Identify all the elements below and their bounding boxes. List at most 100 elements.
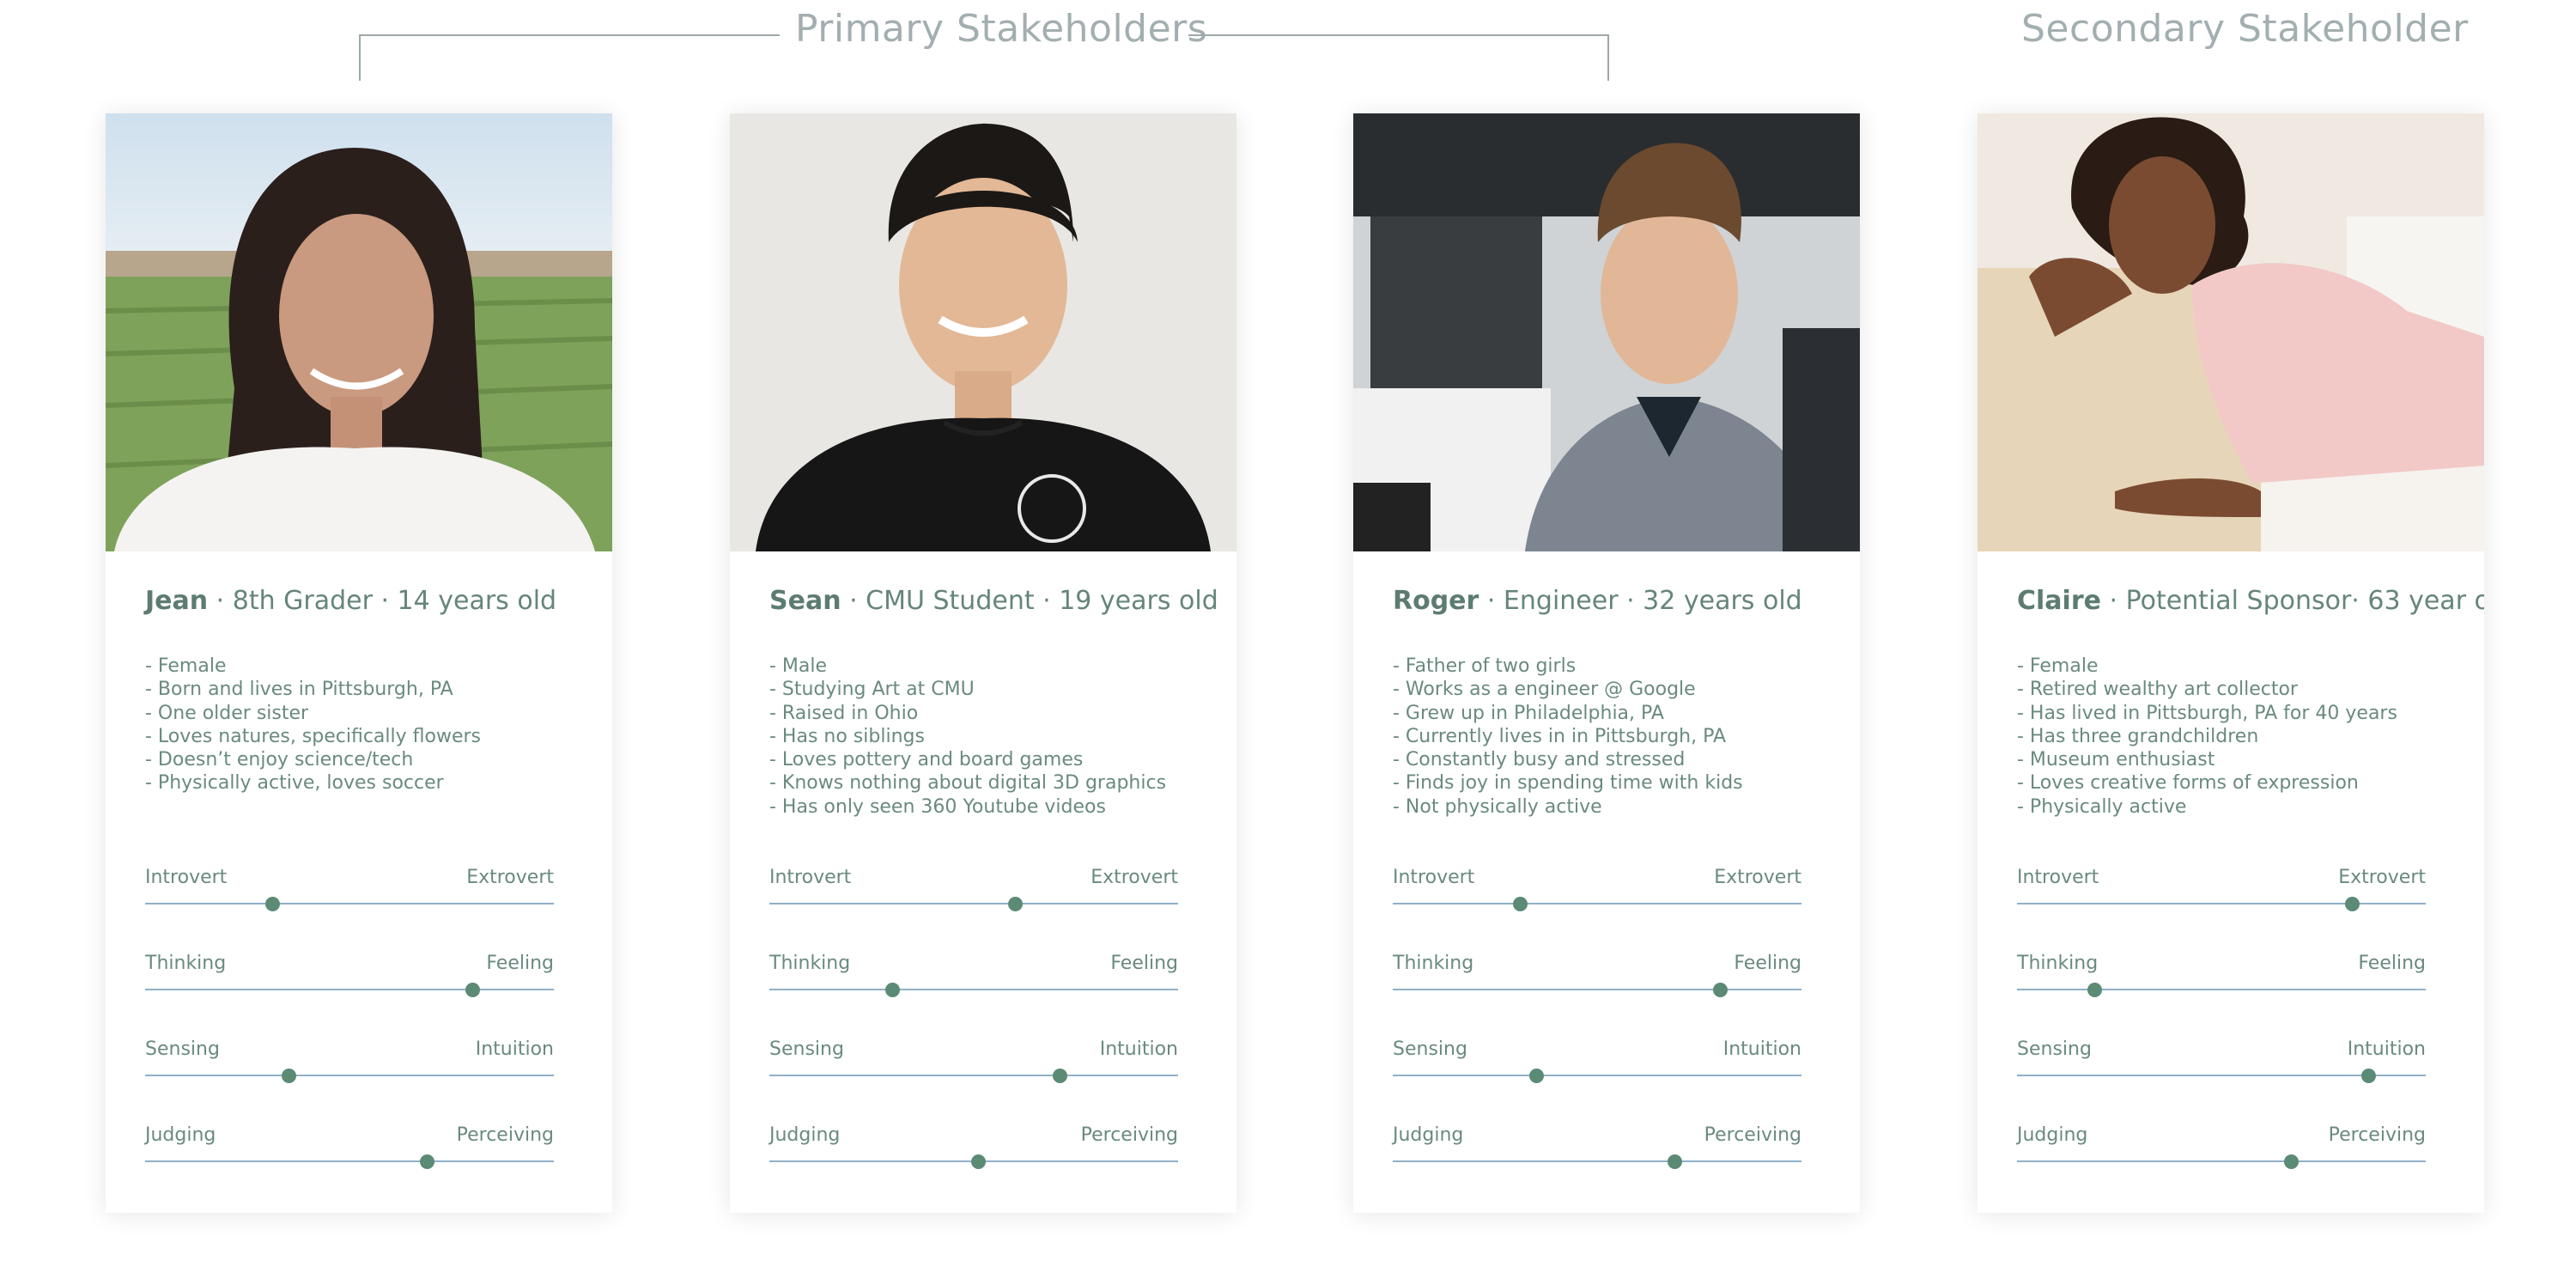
primary-stakeholders-heading: Primary Stakeholders: [795, 7, 1208, 51]
scale-track: [145, 903, 554, 904]
scale-left-label: Sensing: [769, 1038, 844, 1060]
scale-right-label: Extrovert: [2338, 867, 2426, 888]
trait-item: - Male: [769, 655, 828, 677]
trait-item: - Loves creative forms of expression: [2017, 772, 2359, 795]
persona-heading: Roger · Engineer · 32 years old: [1393, 586, 1802, 616]
scale-knob: [1052, 1069, 1067, 1083]
scale-left-label: Sensing: [145, 1038, 220, 1060]
scale-right-label: Perceiving: [1080, 1124, 1178, 1146]
scale-left-label: Introvert: [769, 867, 852, 888]
persona-traits: - Female - Born and lives in Pittsburgh,…: [145, 655, 481, 795]
trait-item: - Female: [145, 655, 227, 677]
scale-left-label: Thinking: [769, 953, 851, 974]
trait-item: - Grew up in Philadelphia, PA: [1393, 702, 1664, 724]
scale-knob: [1512, 897, 1528, 911]
persona-traits: - Female - Retired wealthy art collector…: [2017, 655, 2397, 819]
scale-knob: [465, 983, 480, 997]
scale-knob: [884, 983, 900, 997]
scale-left-label: Sensing: [2017, 1038, 2092, 1060]
scale-judging-perceiving: Judging Perceiving: [769, 1124, 1178, 1176]
persona-descriptor: · Potential Sponsor· 63 year old: [2100, 586, 2485, 616]
trait-item: - Retired wealthy art collector: [2017, 679, 2298, 701]
scale-knob: [420, 1154, 435, 1169]
bracket-right-horizontal: [1188, 34, 1609, 36]
trait-item: - Works as a engineer @ Google: [1393, 679, 1696, 701]
scale-sensing-intuition: Sensing Intuition: [769, 1038, 1178, 1090]
trait-item: - Female: [2017, 655, 2099, 677]
scale-right-label: Perceiving: [456, 1124, 554, 1146]
trait-item: - Constantly busy and stressed: [1393, 749, 1686, 771]
scale-track: [769, 989, 1178, 990]
trait-item: - Has no siblings: [769, 725, 925, 747]
scale-left-label: Thinking: [1393, 953, 1474, 974]
trait-item: - Not physically active: [1393, 795, 1602, 818]
persona-descriptor: · Engineer · 32 years old: [1479, 586, 1802, 616]
trait-item: - Currently lives in in Pittsburgh, PA: [1393, 725, 1726, 747]
scale-judging-perceiving: Judging Perceiving: [145, 1124, 554, 1176]
scale-knob: [2283, 1154, 2299, 1169]
trait-item: - Finds joy in spending time with kids: [1393, 772, 1743, 795]
scale-track: [145, 1075, 554, 1076]
persona-descriptor: · 8th Grader · 14 years old: [208, 586, 557, 616]
scale-knob: [2361, 1069, 2377, 1083]
persona-heading: Claire · Potential Sponsor· 63 year old: [2017, 586, 2484, 616]
scale-track: [2017, 1160, 2426, 1162]
scale-track: [769, 903, 1178, 904]
scale-right-label: Perceiving: [1704, 1124, 1801, 1146]
trait-item: - Has only seen 360 Youtube videos: [769, 795, 1106, 818]
scale-introvert-extrovert: Introvert Extrovert: [769, 867, 1178, 918]
scale-track: [1393, 989, 1801, 990]
scale-knob: [970, 1154, 986, 1169]
persona-name: Sean: [769, 586, 841, 616]
scale-right-label: Perceiving: [2328, 1124, 2426, 1146]
scale-left-label: Judging: [2017, 1124, 2088, 1146]
trait-item: - Has lived in Pittsburgh, PA for 40 yea…: [2017, 702, 2397, 724]
scale-left-label: Introvert: [145, 867, 228, 888]
persona-photo: [1353, 113, 1860, 551]
scale-track: [2017, 989, 2426, 990]
scale-sensing-intuition: Sensing Intuition: [2017, 1038, 2426, 1090]
scale-knob: [264, 897, 280, 911]
persona-name: Roger: [1393, 586, 1479, 616]
scale-knob: [2087, 983, 2103, 997]
trait-item: - Doesn’t enjoy science/tech: [145, 749, 414, 771]
trait-item: - Born and lives in Pittsburgh, PA: [145, 679, 453, 701]
scale-right-label: Intuition: [2347, 1038, 2426, 1060]
scale-track: [769, 1075, 1178, 1076]
scale-right-label: Feeling: [1734, 953, 1801, 974]
persona-card-claire: Claire · Potential Sponsor· 63 year old …: [1978, 113, 2484, 1213]
scale-track: [1393, 903, 1801, 904]
persona-card-roger: Roger · Engineer · 32 years old - Father…: [1353, 113, 1860, 1213]
persona-traits: - Male - Studying Art at CMU - Raised in…: [769, 655, 1166, 819]
scale-judging-perceiving: Judging Perceiving: [2017, 1124, 2426, 1176]
scale-left-label: Thinking: [2017, 953, 2099, 974]
scale-introvert-extrovert: Introvert Extrovert: [2017, 867, 2426, 918]
scale-knob: [1668, 1154, 1683, 1169]
scale-left-label: Sensing: [1393, 1038, 1467, 1060]
persona-traits: - Father of two girls - Works as a engin…: [1393, 655, 1743, 819]
scale-introvert-extrovert: Introvert Extrovert: [1393, 867, 1801, 918]
trait-item: - Museum enthusiast: [2017, 749, 2215, 771]
trait-item: - One older sister: [145, 702, 309, 724]
scale-left-label: Judging: [145, 1124, 216, 1146]
persona-name: Claire: [2017, 586, 2101, 616]
persona-card-jean: Jean · 8th Grader · 14 years old - Femal…: [106, 113, 612, 1213]
trait-item: - Father of two girls: [1393, 655, 1577, 677]
scale-right-label: Feeling: [1110, 953, 1178, 974]
scale-knob: [281, 1069, 296, 1083]
scale-track: [145, 989, 554, 990]
scale-sensing-intuition: Sensing Intuition: [1393, 1038, 1801, 1090]
persona-descriptor: · CMU Student · 19 years old: [841, 586, 1218, 616]
scale-thinking-feeling: Thinking Feeling: [1393, 953, 1801, 1004]
scale-knob: [1712, 983, 1728, 997]
scale-sensing-intuition: Sensing Intuition: [145, 1038, 554, 1090]
scale-right-label: Intuition: [1099, 1038, 1178, 1060]
scale-thinking-feeling: Thinking Feeling: [769, 953, 1178, 1004]
persona-heading: Sean · CMU Student · 19 years old: [769, 586, 1218, 616]
trait-item: - Studying Art at CMU: [769, 679, 975, 701]
scale-left-label: Thinking: [145, 953, 227, 974]
scale-knob: [1528, 1069, 1544, 1083]
trait-item: - Physically active: [2017, 795, 2187, 818]
trait-item: - Loves natures, specifically flowers: [145, 725, 482, 747]
persona-photo: [106, 113, 612, 551]
